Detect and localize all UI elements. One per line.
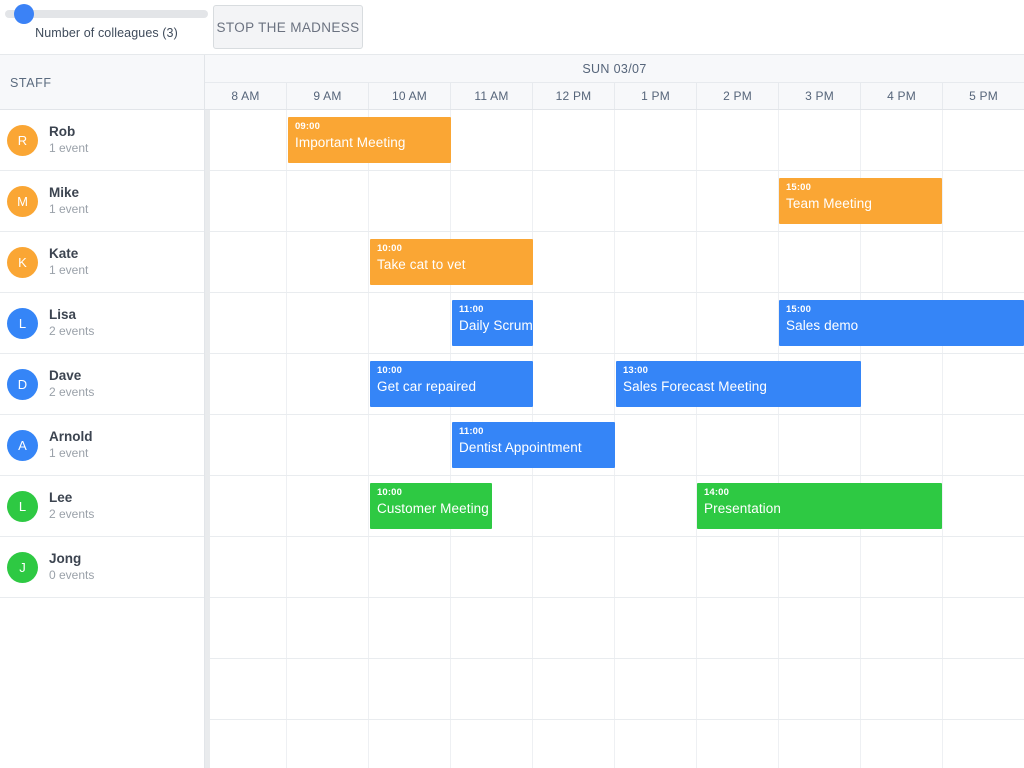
event-title: Team Meeting xyxy=(786,196,872,211)
hour-header-cell[interactable]: 1 PM xyxy=(614,83,696,109)
staff-event-count: 1 event xyxy=(49,263,89,277)
calendar-event[interactable]: 10:00 Customer Meeting xyxy=(370,483,492,529)
event-time: 09:00 xyxy=(295,121,321,132)
event-title: Get car repaired xyxy=(377,379,477,394)
calendar-event[interactable]: 10:00 Get car repaired xyxy=(370,361,533,407)
date-header-label: SUN 03/07 xyxy=(582,61,647,76)
event-title: Dentist Appointment xyxy=(459,440,582,455)
grid-row-divider xyxy=(205,414,1024,415)
grid-row-divider xyxy=(205,536,1024,537)
calendar-event[interactable]: 10:00 Take cat to vet xyxy=(370,239,533,285)
event-time: 15:00 xyxy=(786,182,812,193)
date-header: SUN 03/07 xyxy=(205,55,1024,83)
avatar: A xyxy=(7,429,38,461)
staff-event-count: 1 event xyxy=(49,141,89,155)
grid-row-divider xyxy=(205,292,1024,293)
staff-row[interactable]: A Arnold 1 event xyxy=(0,415,204,476)
staff-column-header: STAFF xyxy=(0,55,205,110)
staff-event-count: 1 event xyxy=(49,446,89,460)
event-time: 11:00 xyxy=(459,426,484,437)
scheduler-app: Number of colleagues (3) STOP THE MADNES… xyxy=(0,0,1024,768)
calendar-event[interactable]: 09:00 Important Meeting xyxy=(288,117,451,163)
hour-header-cell[interactable]: 10 AM xyxy=(368,83,450,109)
staff-event-count: 2 events xyxy=(49,324,95,338)
hour-header-cell[interactable]: 2 PM xyxy=(696,83,778,109)
avatar: J xyxy=(7,551,38,583)
event-time: 13:00 xyxy=(623,365,649,376)
staff-event-count: 1 event xyxy=(49,202,89,216)
avatar: M xyxy=(7,185,38,217)
staff-name: Lisa xyxy=(49,307,77,322)
event-time: 11:00 xyxy=(459,304,484,315)
stop-the-madness-button[interactable]: STOP THE MADNESS xyxy=(213,5,363,49)
staff-name: Rob xyxy=(49,124,76,139)
avatar: R xyxy=(7,124,38,156)
calendar-event[interactable]: 15:00 Team Meeting xyxy=(779,178,942,224)
slider-thumb[interactable] xyxy=(14,4,34,24)
grid-row-divider xyxy=(205,475,1024,476)
event-time: 10:00 xyxy=(377,243,403,254)
calendar-event[interactable]: 13:00 Sales Forecast Meeting xyxy=(616,361,861,407)
staff-event-count: 2 events xyxy=(49,385,95,399)
event-title: Sales demo xyxy=(786,318,859,333)
staff-name: Mike xyxy=(49,185,80,200)
calendar-event[interactable]: 11:00 Daily Scrum xyxy=(452,300,533,346)
hour-header-cell[interactable]: 4 PM xyxy=(860,83,942,109)
slider-track[interactable] xyxy=(5,4,208,24)
grid-row-divider xyxy=(205,597,1024,598)
avatar: L xyxy=(7,490,38,522)
event-title: Sales Forecast Meeting xyxy=(623,379,768,394)
hour-header-cell[interactable]: 8 AM xyxy=(205,83,286,109)
event-title: Take cat to vet xyxy=(377,257,466,272)
avatar: L xyxy=(7,307,38,339)
colleagues-slider[interactable]: Number of colleagues (3) xyxy=(5,4,208,40)
calendar-event[interactable]: 15:00 Sales demo xyxy=(779,300,1024,346)
toolbar: Number of colleagues (3) STOP THE MADNES… xyxy=(0,0,1024,55)
staff-row[interactable]: J Jong 0 events xyxy=(0,537,204,598)
staff-row[interactable]: R Rob 1 event xyxy=(0,110,204,171)
slider-label: Number of colleagues (3) xyxy=(35,26,178,40)
calendar-event[interactable]: 14:00 Presentation xyxy=(697,483,942,529)
grid-row-divider xyxy=(205,231,1024,232)
calendar-event[interactable]: 11:00 Dentist Appointment xyxy=(452,422,615,468)
staff-row[interactable]: M Mike 1 event xyxy=(0,171,204,232)
staff-name: Arnold xyxy=(49,429,93,444)
staff-row[interactable]: L Lee 2 events xyxy=(0,476,204,537)
grid-row-divider xyxy=(205,353,1024,354)
grid-row-divider xyxy=(205,658,1024,659)
avatar: D xyxy=(7,368,38,400)
event-title: Important Meeting xyxy=(295,135,406,150)
staff-name: Kate xyxy=(49,246,79,261)
hour-header-cell[interactable]: 11 AM xyxy=(450,83,532,109)
event-time: 15:00 xyxy=(786,304,812,315)
staff-name: Dave xyxy=(49,368,82,383)
avatar: K xyxy=(7,246,38,278)
hour-header-cell[interactable]: 5 PM xyxy=(942,83,1024,109)
staff-list: R Rob 1 event M Mike 1 event K Kate 1 event L Lisa… xyxy=(0,110,205,768)
staff-row[interactable]: D Dave 2 events xyxy=(0,354,204,415)
grid-row-divider xyxy=(205,170,1024,171)
event-title: Customer Meeting xyxy=(377,501,489,516)
grid-scroll-gutter[interactable] xyxy=(205,110,210,768)
staff-name: Jong xyxy=(49,551,82,566)
hour-header-cell[interactable]: 9 AM xyxy=(286,83,368,109)
schedule-grid[interactable]: 09:00 Important Meeting 15:00 Team Meeting 1… xyxy=(205,110,1024,768)
event-time: 14:00 xyxy=(704,487,730,498)
hour-header-cell[interactable]: 3 PM xyxy=(778,83,860,109)
scheduler: STAFF SUN 03/07 8 AM 9 AM 10 AM 11 AM 12 PM 1… xyxy=(0,55,1024,768)
staff-row[interactable]: L Lisa 2 events xyxy=(0,293,204,354)
grid-row-divider xyxy=(205,719,1024,720)
staff-name: Lee xyxy=(49,490,73,505)
event-title: Daily Scrum xyxy=(459,318,533,333)
event-title: Presentation xyxy=(704,501,781,516)
staff-header-label: STAFF xyxy=(10,76,52,90)
staff-event-count: 2 events xyxy=(49,507,95,521)
hour-header-cell[interactable]: 12 PM xyxy=(532,83,614,109)
hour-header-row: 8 AM 9 AM 10 AM 11 AM 12 PM 1 PM 2 PM 3 PM 4 PM 5… xyxy=(205,83,1024,110)
event-time: 10:00 xyxy=(377,487,403,498)
event-time: 10:00 xyxy=(377,365,403,376)
staff-row[interactable]: K Kate 1 event xyxy=(0,232,204,293)
staff-event-count: 0 events xyxy=(49,568,95,582)
